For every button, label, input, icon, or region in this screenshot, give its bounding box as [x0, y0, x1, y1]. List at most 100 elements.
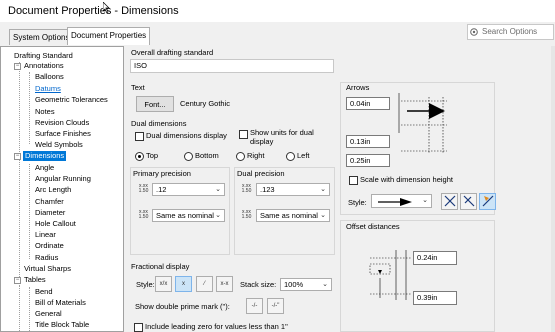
tree-item-angle[interactable]: Angle	[35, 163, 54, 173]
arrow-size-2-field[interactable]: 0.13in	[346, 135, 390, 148]
tree-guide	[19, 285, 20, 331]
tree-item-diameter[interactable]: Diameter	[35, 208, 65, 218]
tree-item-annotations[interactable]: Annotations	[24, 61, 64, 71]
radio-top-label: Top	[146, 151, 159, 160]
primary-precision-label: Primary precision	[133, 169, 191, 178]
arrows-outside-icon[interactable]	[441, 193, 458, 210]
primary-precision-value: .12	[156, 185, 167, 194]
search-input[interactable]: Search Options	[467, 24, 554, 40]
tree-item-geometric-tolerances[interactable]: Geometric Tolerances	[35, 95, 108, 105]
tree-item-angular-running[interactable]: Angular Running	[35, 174, 91, 184]
tolerance-precision-icon: x.xx 1.50	[138, 209, 149, 220]
fraction-style-horizontal-icon[interactable]: x	[175, 276, 192, 292]
dual-precision-value: .123	[260, 185, 275, 194]
dual-tolerance-value: Same as nominal	[260, 211, 318, 220]
scale-with-height-label: Scale with dimension height	[360, 175, 453, 184]
tree-item-drafting-standard[interactable]: Drafting Standard	[14, 51, 73, 61]
arrow-dimension-diagram	[393, 93, 449, 155]
offset-distances-group	[340, 220, 495, 332]
stack-size-value: 100%	[284, 280, 304, 289]
tree-guide	[29, 72, 30, 144]
offset-distance-2-field[interactable]: 0.39in	[413, 291, 457, 305]
tree-item-surface-finishes[interactable]: Surface Finishes	[35, 129, 91, 139]
fractional-display-label: Fractional display	[131, 262, 190, 271]
radio-left[interactable]	[286, 152, 295, 161]
radio-right[interactable]	[236, 152, 245, 161]
font-name: Century Gothic	[180, 99, 231, 108]
arrow-size-1-field[interactable]: 0.04in	[346, 97, 390, 110]
tree-item-radius[interactable]: Radius	[35, 253, 58, 263]
show-units-checkbox[interactable]	[239, 130, 248, 139]
offset-distances-label: Offset distances	[346, 222, 400, 231]
double-prime-on-icon[interactable]: -/-"	[267, 298, 284, 314]
tree-item-weld-symbols[interactable]: Weld Symbols	[35, 140, 83, 150]
radio-top[interactable]	[135, 152, 144, 161]
tree-item-datums[interactable]: Datums	[35, 84, 61, 94]
tree-guide	[29, 164, 30, 259]
tree-guide	[19, 62, 20, 152]
fraction-style-diagonal-icon[interactable]: ⁄	[196, 276, 213, 292]
tree-item-arc-length[interactable]: Arc Length	[35, 185, 71, 195]
offset-distance-1-field[interactable]: 0.24in	[413, 251, 457, 265]
collapse-icon[interactable]: −	[14, 277, 21, 284]
show-units-label: Show units for dual display	[250, 128, 314, 146]
tree-item-linear[interactable]: Linear	[35, 230, 56, 240]
dual-precision-select[interactable]: .123 ⌄	[256, 183, 330, 196]
precision-icon: x.xx 1.50	[138, 183, 149, 194]
filled-arrow-icon	[378, 198, 412, 206]
tree-guide	[29, 287, 30, 331]
fraction-style-stacked-icon[interactable]: x/x	[155, 276, 172, 292]
primary-tolerance-select[interactable]: Same as nominal ⌄	[152, 209, 225, 222]
scale-with-height-checkbox[interactable]	[349, 176, 358, 185]
radio-bottom-label: Bottom	[195, 151, 219, 160]
primary-tolerance-value: Same as nominal	[156, 211, 214, 220]
tab-system-options[interactable]: System Options	[9, 29, 74, 45]
arrows-inside-icon[interactable]	[460, 193, 477, 210]
radio-left-label: Left	[297, 151, 310, 160]
collapse-icon[interactable]: −	[14, 153, 21, 160]
overall-standard-field[interactable]: ISO	[130, 59, 334, 73]
stack-size-label: Stack size:	[240, 280, 277, 289]
tree-item-tables[interactable]: Tables	[24, 275, 46, 285]
dual-display-label: Dual dimensions display	[146, 131, 227, 140]
offset-diagram	[366, 246, 414, 304]
tree-item-bend[interactable]: Bend	[35, 287, 53, 297]
search-icon	[469, 27, 479, 37]
arrow-style-label: Style:	[348, 198, 367, 207]
tree-item-hole-callout[interactable]: Hole Callout	[35, 219, 76, 229]
tree-item-notes[interactable]: Notes	[35, 107, 55, 117]
dual-tolerance-select[interactable]: Same as nominal ⌄	[256, 209, 330, 222]
tree-item-chamfer[interactable]: Chamfer	[35, 197, 64, 207]
tree-item-bill-of-materials[interactable]: Bill of Materials	[35, 298, 86, 308]
fraction-style-inline-icon[interactable]: x-x	[216, 276, 233, 292]
double-prime-off-icon[interactable]: -/-	[246, 298, 263, 314]
style-label: Style:	[136, 280, 155, 289]
tab-document-properties[interactable]: Document Properties	[67, 27, 151, 45]
leading-zero-checkbox[interactable]	[134, 323, 143, 332]
tree-item-ordinate[interactable]: Ordinate	[35, 241, 64, 251]
tree-item-virtual-sharps[interactable]: Virtual Sharps	[24, 264, 71, 274]
tree-item-title-block-table[interactable]: Title Block Table	[35, 320, 89, 330]
mouse-cursor-icon	[102, 1, 110, 14]
arrows-label: Arrows	[346, 83, 370, 92]
precision-icon: x.xx 1.50	[241, 183, 252, 194]
arrow-size-3-field[interactable]: 0.25in	[346, 154, 390, 167]
tree-item-revision-clouds[interactable]: Revision Clouds	[35, 118, 89, 128]
stack-size-select[interactable]: 100% ⌄	[280, 278, 332, 291]
primary-precision-select[interactable]: .12 ⌄	[152, 183, 225, 196]
radio-bottom[interactable]	[184, 152, 193, 161]
dual-dimensions-label: Dual dimensions	[131, 119, 187, 128]
overall-standard-label: Overall drafting standard	[131, 48, 214, 57]
tree-item-general[interactable]: General	[35, 309, 62, 319]
arrows-smart-icon[interactable]	[479, 193, 496, 210]
text-group-label: Text	[131, 83, 145, 92]
tree-guide	[19, 157, 20, 277]
collapse-icon[interactable]: −	[14, 63, 21, 70]
arrow-style-select[interactable]: ⌄	[371, 194, 432, 208]
scrollbar[interactable]	[551, 46, 555, 332]
tree-item-dimensions[interactable]: Dimensions	[23, 151, 67, 161]
tolerance-precision-icon: x.xx 1.50	[241, 209, 252, 220]
dual-display-checkbox[interactable]	[135, 132, 144, 141]
font-button[interactable]: Font...	[136, 96, 174, 112]
tree-item-balloons[interactable]: Balloons	[35, 72, 64, 82]
